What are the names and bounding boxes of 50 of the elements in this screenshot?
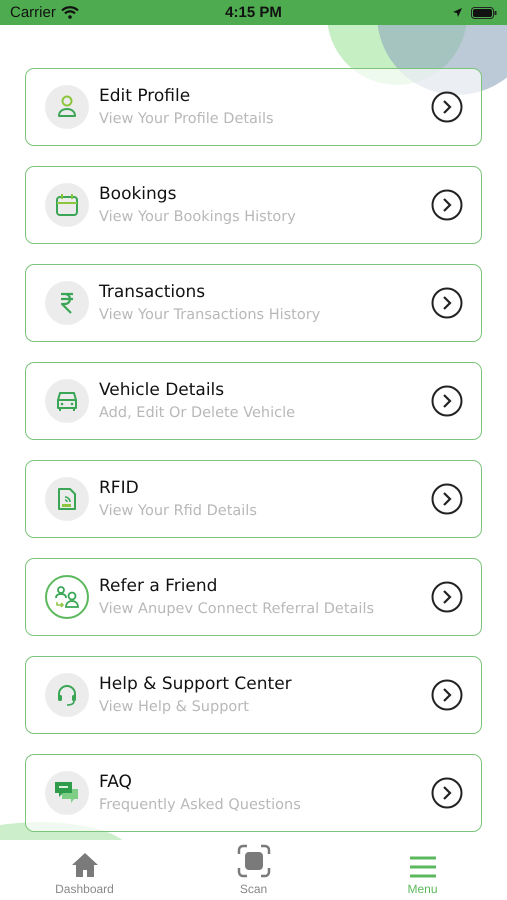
menu-item-title: RFID xyxy=(99,477,140,500)
menu-item-card[interactable]: Refer a Friend View Anupev Connect Referral Details xyxy=(25,558,482,636)
menu-item-subtitle: View Your Profile Details xyxy=(99,110,275,129)
chevron-right-icon xyxy=(431,679,463,711)
menu-item-title: Refer a Friend xyxy=(99,575,218,598)
chevron-right-icon xyxy=(431,189,463,221)
menu-item-card[interactable]: Bookings View Your Bookings History xyxy=(25,166,482,244)
menu-item-card[interactable]: Help & Support Center View Help & Support xyxy=(25,656,482,734)
chevron-right-icon xyxy=(431,581,463,613)
chevron-right-icon xyxy=(431,777,463,809)
chevron-right-icon xyxy=(431,91,463,123)
tab-bar-item[interactable]: Scan xyxy=(169,840,338,900)
menu-item-subtitle: Frequently Asked Questions xyxy=(99,796,302,815)
menu-item-title: Transactions xyxy=(99,281,206,304)
menu-item-title: Vehicle Details xyxy=(99,379,226,402)
chevron-right-icon xyxy=(431,483,463,515)
calendar-icon xyxy=(55,193,79,217)
car-icon xyxy=(55,390,79,412)
menu-item-subtitle: View Your Rfid Details xyxy=(99,502,258,521)
menu-item-card[interactable]: Vehicle Details Add, Edit Or Delete Vehicle xyxy=(25,362,482,440)
menu-icon xyxy=(408,856,436,878)
status-time: 4:15 PM xyxy=(225,4,282,21)
menu-item-subtitle: View Your Transactions History xyxy=(99,306,322,325)
menu-item-title: Edit Profile xyxy=(99,85,192,108)
menu-item-card[interactable]: FAQ Frequently Asked Questions xyxy=(25,754,482,832)
chat-bubbles-icon xyxy=(54,781,80,805)
menu-item-card[interactable]: RFID View Your Rfid Details xyxy=(25,460,482,538)
home-icon xyxy=(70,852,98,878)
headset-icon xyxy=(56,684,78,706)
battery-icon xyxy=(470,6,497,18)
scan-icon xyxy=(236,844,270,878)
menu-item-subtitle: View Your Bookings History xyxy=(99,208,297,227)
menu-item-title: Help & Support Center xyxy=(99,673,293,696)
chevron-right-icon xyxy=(431,287,463,319)
people-exchange-icon xyxy=(54,585,80,609)
rupee-icon xyxy=(59,292,75,314)
chevron-right-icon xyxy=(431,385,463,417)
menu-item-title: FAQ xyxy=(99,771,133,794)
card-signal-icon xyxy=(57,487,77,511)
tab-bar-item[interactable]: Dashboard xyxy=(0,840,169,900)
menu-item-subtitle: Add, Edit Or Delete Vehicle xyxy=(99,404,296,423)
location-arrow-icon xyxy=(452,7,463,18)
menu-item-title: Bookings xyxy=(99,183,178,206)
menu-item-subtitle: View Help & Support xyxy=(99,698,250,717)
carrier-name: Carrier xyxy=(10,4,56,21)
person-icon xyxy=(56,95,78,119)
wifi-icon xyxy=(60,6,79,19)
menu-item-card[interactable]: Edit Profile View Your Profile Details xyxy=(25,68,482,146)
menu-item-card[interactable]: Transactions View Your Transactions History xyxy=(25,264,482,342)
menu-item-subtitle: View Anupev Connect Referral Details xyxy=(99,600,376,619)
